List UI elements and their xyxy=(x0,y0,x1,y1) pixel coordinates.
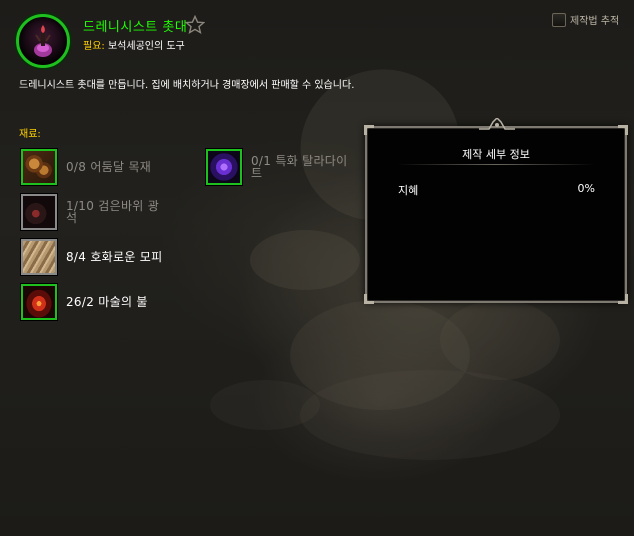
requires-label: 필요: xyxy=(83,41,105,52)
candle-icon[interactable] xyxy=(16,14,70,68)
panel-corner xyxy=(364,125,374,135)
reagent-text: 26/2 마술의 불 xyxy=(66,295,148,309)
crafting-details-panel: 제작 세부 정보 지혜 0% xyxy=(364,118,628,304)
panel-title: 제작 세부 정보 xyxy=(462,148,530,161)
reagent-slot-talador[interactable]: 0/1 특화 탈라다이트 xyxy=(206,149,355,185)
recipe-description: 드레니시스트 촛대를 만듭니다. 집에 배치하거나 경매장에서 판매할 수 있습… xyxy=(19,80,355,91)
reagent-slot-fire[interactable]: 26/2 마술의 불 xyxy=(21,284,170,320)
panel-corner xyxy=(618,294,628,304)
reagents-label: 재료: xyxy=(19,129,41,140)
panel-corner xyxy=(364,294,374,304)
stat-value: 0% xyxy=(577,182,595,195)
panel-ornament-icon xyxy=(479,118,515,130)
reagent-slot-fur[interactable]: 8/4 호화로운 모피 xyxy=(21,239,170,275)
requires-line: 필요: 보석세공인의 도구 xyxy=(83,37,185,52)
lumber-icon xyxy=(21,149,57,185)
star-outline-icon[interactable] xyxy=(185,15,205,35)
reagent-text: 0/8 어둠달 목재 xyxy=(66,160,152,174)
reagent-text: 0/1 특화 탈라다이트 xyxy=(251,154,348,180)
ore-icon xyxy=(21,194,57,230)
reagent-slot-ore[interactable]: 1/10 검은바위 광석 xyxy=(21,194,170,230)
candle-glyph xyxy=(34,25,52,57)
stat-label: 지혜 xyxy=(398,184,419,197)
recipe-title: 드레니시스트 촛대 xyxy=(83,20,188,35)
talador-gem-icon xyxy=(206,149,242,185)
panel-divider xyxy=(397,164,595,165)
reagent-slot-lumber[interactable]: 0/8 어둠달 목재 xyxy=(21,149,170,185)
track-recipe-toggle[interactable]: 제작법 추적 xyxy=(552,12,619,27)
panel-corner xyxy=(618,125,628,135)
reagent-text: 1/10 검은바위 광석 xyxy=(66,199,160,225)
fur-icon xyxy=(21,239,57,275)
requires-tool: 보석세공인의 도구 xyxy=(107,41,185,52)
track-recipe-checkbox[interactable] xyxy=(552,12,566,27)
track-recipe-label: 제작법 추적 xyxy=(570,16,620,27)
reagent-text: 8/4 호화로운 모피 xyxy=(66,250,163,264)
fire-icon xyxy=(21,284,57,320)
